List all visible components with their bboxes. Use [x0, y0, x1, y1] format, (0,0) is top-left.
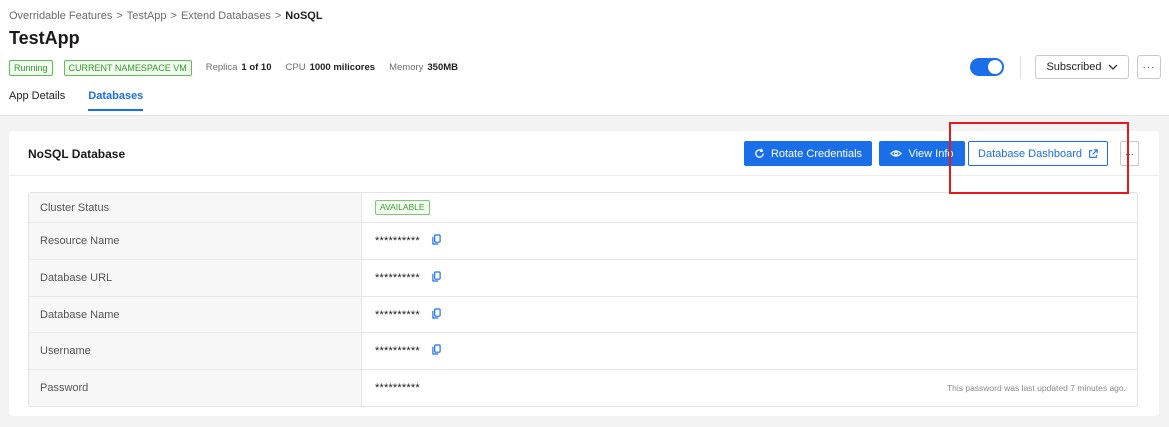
breadcrumb-item-extend-databases[interactable]: Extend Databases [181, 10, 271, 22]
row-value: ********** [362, 297, 1137, 332]
table-row-password: Password ********** This password was last… [29, 369, 1137, 406]
card-more-button[interactable]: ··· [1120, 141, 1139, 166]
table-row-database-url: Database URL ********** [29, 259, 1137, 296]
masked-value: ********** [375, 272, 420, 284]
replica-meta: Replica 1 of 10 [206, 62, 272, 73]
app-more-button[interactable]: ··· [1137, 55, 1161, 79]
rotate-credentials-label: Rotate Credentials [770, 147, 863, 160]
row-value: AVAILABLE [362, 193, 1137, 222]
database-dashboard-button[interactable]: Database Dashboard [968, 141, 1108, 166]
row-value: ********** This password was last updated… [362, 370, 1137, 406]
breadcrumb-item-overridable-features[interactable]: Overridable Features [9, 10, 112, 22]
rotate-credentials-button[interactable]: Rotate Credentials [744, 141, 872, 166]
row-value: ********** [362, 223, 1137, 259]
breadcrumb: Overridable Features > TestApp > Extend … [9, 9, 323, 23]
cpu-label: CPU [285, 62, 306, 73]
more-horizontal-icon: ··· [1142, 61, 1156, 73]
masked-value: ********** [375, 345, 420, 357]
row-value: ********** [362, 333, 1137, 369]
breadcrumb-separator: > [274, 10, 282, 22]
page-title: TestApp [9, 28, 80, 48]
subscribed-dropdown[interactable]: Subscribed [1035, 55, 1129, 79]
breadcrumb-item-testapp[interactable]: TestApp [127, 10, 167, 22]
cpu-value: 1000 milicores [309, 62, 376, 73]
nosql-database-card: NoSQL Database Rotate Credentials View I… [9, 131, 1159, 416]
row-label: Database URL [29, 260, 362, 296]
namespace-badge: CURRENT NAMESPACE VM [63, 59, 192, 76]
app-header: Overridable Features > TestApp > Extend … [0, 0, 1169, 116]
memory-label: Memory [389, 62, 424, 73]
masked-value: ********** [375, 308, 420, 321]
header-divider [1020, 56, 1021, 78]
app-toggle-switch[interactable] [970, 58, 1004, 76]
copy-icon[interactable] [432, 271, 441, 285]
row-label: Password [29, 370, 362, 406]
chevron-down-icon [1108, 64, 1117, 70]
memory-meta: Memory 350MB [389, 62, 458, 73]
masked-value: ********** [375, 382, 420, 394]
status-badge: Running [9, 59, 53, 76]
table-row-resource-name: Resource Name ********** [29, 222, 1137, 259]
row-label: Database Name [29, 297, 362, 332]
card-header: NoSQL Database Rotate Credentials View I… [9, 131, 1159, 176]
tab-app-details[interactable]: App Details [9, 90, 65, 111]
table-row-database-name: Database Name ********** [29, 296, 1137, 332]
tab-databases[interactable]: Databases [88, 90, 144, 111]
replica-label: Replica [205, 62, 238, 73]
toggle-knob [988, 60, 1002, 74]
cpu-meta: CPU 1000 milicores [286, 62, 376, 73]
cluster-status-badge: AVAILABLE [375, 200, 430, 215]
password-updated-note: This password was last updated 7 minutes… [946, 383, 1126, 393]
copy-icon[interactable] [432, 234, 441, 248]
memory-value: 350MB [427, 62, 459, 73]
table-row-username: Username ********** [29, 332, 1137, 369]
table-row-cluster-status: Cluster Status AVAILABLE [29, 193, 1137, 222]
row-label: Cluster Status [29, 193, 362, 222]
more-horizontal-icon: ··· [1125, 148, 1134, 159]
masked-value: ********** [375, 235, 420, 247]
card-title: NoSQL Database [28, 147, 126, 161]
database-dashboard-label: Database Dashboard [978, 147, 1082, 160]
copy-icon[interactable] [432, 344, 441, 358]
replica-value: 1 of 10 [241, 62, 272, 73]
row-value: ********** [362, 260, 1137, 296]
eye-icon [890, 150, 903, 157]
breadcrumb-separator: > [116, 10, 123, 22]
copy-icon[interactable] [432, 307, 441, 322]
row-label: Resource Name [29, 223, 362, 259]
external-link-icon [1089, 148, 1098, 158]
database-info-table: Cluster Status AVAILABLE Resource Name ****… [28, 192, 1138, 407]
view-info-button[interactable]: View Info [879, 141, 965, 166]
row-label: Username [29, 333, 362, 369]
breadcrumb-separator: > [170, 10, 177, 22]
breadcrumb-current: NoSQL [285, 10, 323, 22]
app-meta-row: Running CURRENT NAMESPACE VM Replica 1 of… [9, 59, 458, 76]
rotate-icon [755, 148, 764, 158]
view-info-label: View Info [908, 147, 954, 160]
subscribed-label: Subscribed [1046, 61, 1102, 73]
tab-bar: App Details Databases [9, 90, 166, 111]
